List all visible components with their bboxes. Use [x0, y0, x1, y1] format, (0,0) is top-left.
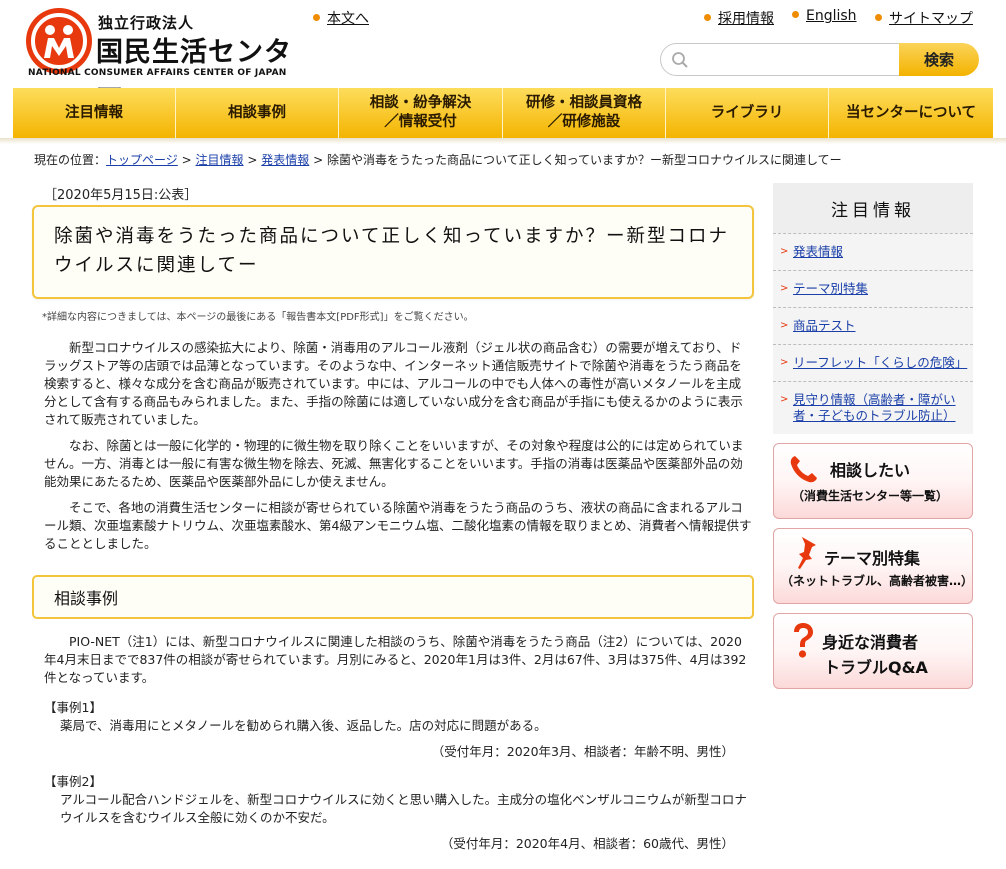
bullet-icon: [875, 14, 882, 21]
question-mark-icon: [794, 623, 813, 658]
sidebar-item-label[interactable]: テーマ別特集: [793, 281, 868, 296]
chevron-right-icon: >: [780, 320, 789, 331]
sidebar: 注目情報 > 発表情報 > テーマ別特集 > 商品テスト > リーフレット「くら…: [773, 183, 973, 689]
chevron-right-icon: >: [780, 283, 789, 294]
search-input[interactable]: [699, 50, 899, 72]
sidebar-list: > 発表情報 > テーマ別特集 > 商品テスト > リーフレット「くらしの危険」…: [773, 233, 973, 434]
case-1-label: 【事例1】: [44, 700, 102, 715]
search-button[interactable]: 検索: [899, 43, 979, 76]
intro-paragraph-3: そこで、各地の消費生活センターに相談が寄せられている除菌や消毒をうたう商品のうち…: [44, 500, 752, 551]
breadcrumb-link-top[interactable]: トップページ: [106, 153, 178, 167]
section-heading: 相談事例: [54, 589, 119, 608]
breadcrumb-separator: >: [181, 153, 192, 167]
english-link[interactable]: English: [792, 8, 857, 24]
breadcrumb-link-press[interactable]: 発表情報: [261, 153, 309, 167]
case-2-text: アルコール配合ハンドジェルを、新型コロナウイルスに効くと思い購入した。主成分の塩…: [60, 792, 747, 825]
breadcrumb-prefix: 現在の位置：: [34, 153, 107, 167]
cta-themes[interactable]: テーマ別特集 （ネットトラブル、高齢者被害…）: [773, 528, 973, 604]
cta-consult-title: 相談したい: [830, 461, 911, 480]
sitemap-link-text[interactable]: サイトマップ: [889, 11, 973, 27]
nav-shadow: [0, 138, 1006, 144]
publish-date: ［2020年5月15日:公表］: [44, 188, 198, 203]
cta-qa-title: 身近な消費者: [822, 633, 919, 652]
search-box: [660, 43, 904, 76]
pushpin-icon: [798, 537, 816, 569]
page-title: 除菌や消毒をうたった商品について正しく知っていますか？ー新型コロナウイルスに関連…: [54, 226, 730, 276]
chevron-right-icon: >: [780, 357, 789, 368]
search-icon: [672, 52, 688, 68]
sidebar-item-product-test[interactable]: > 商品テスト: [773, 307, 973, 344]
sitemap-link[interactable]: サイトマップ: [875, 8, 973, 28]
site-header: 独立行政法人 国民生活センター NATIONAL CONSUMER AFFAIR…: [0, 0, 1006, 107]
main-content: ［2020年5月15日:公表］ 除菌や消毒をうたった商品について正しく知っていま…: [32, 180, 754, 853]
section-heading-box: 相談事例: [32, 575, 754, 619]
cta-consult-sub: （消費生活センター等一覧）: [792, 489, 949, 503]
sidebar-item-label[interactable]: 商品テスト: [793, 318, 856, 333]
site-logo[interactable]: 独立行政法人 国民生活センター NATIONAL CONSUMER AFFAIR…: [26, 8, 316, 107]
pdf-note: *詳細な内容につきましては、本ページの最後にある「報告書本文[PDF形式]」をご…: [42, 312, 474, 323]
global-nav: 注目情報 相談事例 相談・紛争解決 ／情報受付 研修・相談員資格 ／研修施設 ラ…: [13, 88, 993, 138]
bullet-icon: [313, 14, 320, 21]
skip-to-content-link[interactable]: 本文へ: [313, 8, 369, 28]
phone-icon: [790, 456, 817, 483]
cta-consult[interactable]: 相談したい （消費生活センター等一覧）: [773, 443, 973, 519]
nav-library[interactable]: ライブラリ: [666, 88, 829, 138]
cta-themes-sub: （ネットトラブル、高齢者被害…）: [781, 574, 974, 588]
nav-featured[interactable]: 注目情報: [13, 88, 176, 138]
breadcrumb: 現在の位置：トップページ > 注目情報 > 発表情報 > 除菌や消毒をうたった商…: [34, 151, 842, 168]
sidebar-item-themes[interactable]: > テーマ別特集: [773, 270, 973, 307]
recruit-link[interactable]: 採用情報: [704, 8, 774, 28]
case-2-label: 【事例2】: [44, 774, 102, 789]
nav-cases[interactable]: 相談事例: [176, 88, 339, 138]
cta-qa-title-line2: トラブルQ&A: [824, 658, 928, 677]
logo-mark-icon: [26, 8, 92, 74]
case-2-meta: （受付年月：2020年4月、相談者：60歳代、男性）: [440, 836, 734, 851]
sidebar-item-label[interactable]: 見守り情報（高齢者・障がい者・子どものトラブル防止）: [793, 392, 956, 423]
intro-paragraph-1: 新型コロナウイルスの感染拡大により、除菌・消毒用のアルコール液剤（ジェル状の商品…: [44, 340, 743, 427]
recruit-link-text[interactable]: 採用情報: [718, 11, 774, 27]
sidebar-item-label[interactable]: 発表情報: [793, 244, 843, 259]
cta-qa[interactable]: 身近な消費者 トラブルQ&A: [773, 613, 973, 689]
sidebar-item-watch[interactable]: > 見守り情報（高齢者・障がい者・子どものトラブル防止）: [773, 381, 973, 434]
cta-themes-title: テーマ別特集: [824, 549, 921, 568]
english-link-text[interactable]: English: [806, 8, 857, 24]
breadcrumb-separator: >: [247, 153, 258, 167]
breadcrumb-current: 除菌や消毒をうたった商品について正しく知っていますか？ー新型コロナウイルスに関連…: [326, 153, 842, 167]
section-paragraph: PIO-NET（注1）には、新型コロナウイルスに関連した相談のうち、除菌や消毒を…: [44, 634, 747, 685]
chevron-right-icon: >: [780, 394, 789, 405]
breadcrumb-link-featured[interactable]: 注目情報: [196, 153, 244, 167]
skip-link-text[interactable]: 本文へ: [327, 11, 369, 27]
case-1-text: 薬局で、消毒用にとメタノールを勧められ購入後、返品した。店の対応に問題がある。: [60, 718, 547, 733]
bullet-icon: [704, 14, 711, 21]
case-1-meta: （受付年月：2020年3月、相談者：年齢不明、男性）: [431, 744, 734, 759]
page-title-box: 除菌や消毒をうたった商品について正しく知っていますか？ー新型コロナウイルスに関連…: [32, 205, 754, 299]
sidebar-item-leaflet[interactable]: > リーフレット「くらしの危険」: [773, 344, 973, 381]
chevron-right-icon: >: [780, 246, 789, 257]
logo-english: NATIONAL CONSUMER AFFAIRS CENTER OF JAPA…: [28, 68, 287, 78]
bullet-icon: [792, 11, 799, 18]
breadcrumb-separator: >: [313, 153, 324, 167]
sidebar-heading: 注目情報: [773, 183, 973, 233]
sidebar-item-press[interactable]: > 発表情報: [773, 233, 973, 270]
intro-paragraph-2: なお、除菌とは一般に化学的・物理的に微生物を取り除くことをいいますが、その対象や…: [44, 438, 744, 489]
nav-about[interactable]: 当センターについて: [829, 88, 993, 138]
nav-consultation[interactable]: 相談・紛争解決 ／情報受付: [339, 88, 503, 138]
sidebar-item-label[interactable]: リーフレット「くらしの危険」: [793, 355, 967, 370]
nav-training[interactable]: 研修・相談員資格 ／研修施設: [503, 88, 666, 138]
